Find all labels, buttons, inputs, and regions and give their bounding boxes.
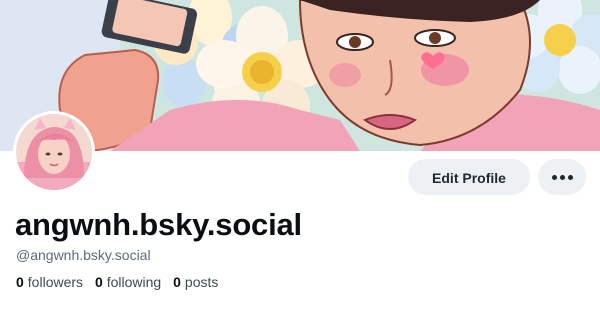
profile-banner-image[interactable] [0,0,600,151]
following-label: following [106,274,162,290]
profile-display-name: angwnh.bsky.social [15,207,302,242]
followers-count: 0 [16,274,24,290]
profile-handle: @angwnh.bsky.social [16,247,151,263]
more-options-button[interactable] [538,159,586,195]
followers-label: followers [27,274,84,290]
profile-avatar[interactable] [13,111,95,193]
profile-page: Edit Profile angwnh.bsky.social @angwnh.… [0,0,600,309]
more-horizontal-icon-dot [559,174,565,180]
following-count: 0 [94,274,103,290]
banner-illustration [0,0,600,151]
posts-stat: 0 posts [173,273,218,291]
posts-count: 0 [173,274,181,290]
followers-stat[interactable]: 0 followers [16,273,83,291]
more-horizontal-icon-dot [567,174,573,180]
following-stat[interactable]: 0 following [95,273,161,291]
more-horizontal-icon [551,174,557,180]
avatar-image [16,114,92,190]
posts-label: posts [184,274,219,290]
profile-stats: 0 followers 0 following 0 posts [16,273,226,291]
edit-profile-button[interactable]: Edit Profile [408,159,530,195]
